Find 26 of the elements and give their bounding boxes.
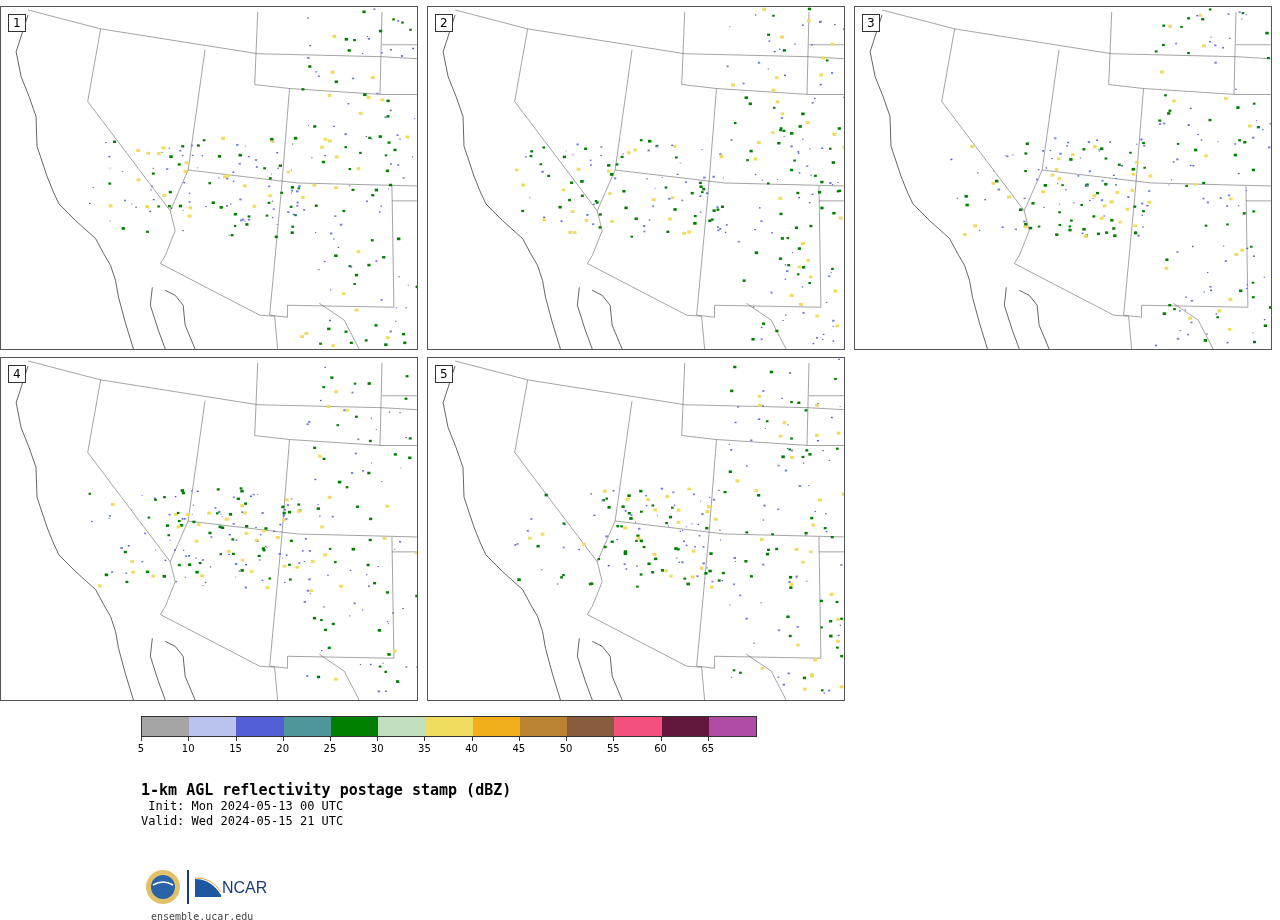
scale-label: 10 <box>181 743 195 754</box>
scale-label: 20 <box>276 743 290 754</box>
panel-number: 2 <box>435 14 453 32</box>
logo-text: NCAR <box>222 879 268 897</box>
scale-label: 50 <box>559 743 573 754</box>
panel-number: 3 <box>862 14 880 32</box>
ncar-wave-icon <box>195 877 221 897</box>
scale-label: 15 <box>229 743 242 754</box>
init-time: Init: Mon 2024-05-13 00 UTC <box>147 799 345 814</box>
scale-label: 65 <box>701 743 715 754</box>
panel-number: 1 <box>8 14 26 32</box>
scale-label: 30 <box>370 743 384 754</box>
panel-number: 4 <box>8 365 26 383</box>
scale-label: 45 <box>512 743 526 754</box>
chart-title: 1-km AGL reflectivity postage stamp (dBZ) <box>141 781 513 799</box>
site-url: ensemble.ucar.edu <box>151 911 255 920</box>
scale-label: 5 <box>137 743 145 754</box>
valid-time: Valid: Wed 2024-05-15 21 UTC <box>141 814 345 829</box>
scale-label: 55 <box>606 743 620 754</box>
divider-line <box>187 870 189 904</box>
scale-label: 40 <box>465 743 478 754</box>
scale-label: 35 <box>418 743 431 754</box>
scale-label: 60 <box>654 743 667 754</box>
scale-label: 25 <box>323 743 337 754</box>
panel-number: 5 <box>435 365 453 383</box>
globe-seal-icon <box>145 869 181 905</box>
